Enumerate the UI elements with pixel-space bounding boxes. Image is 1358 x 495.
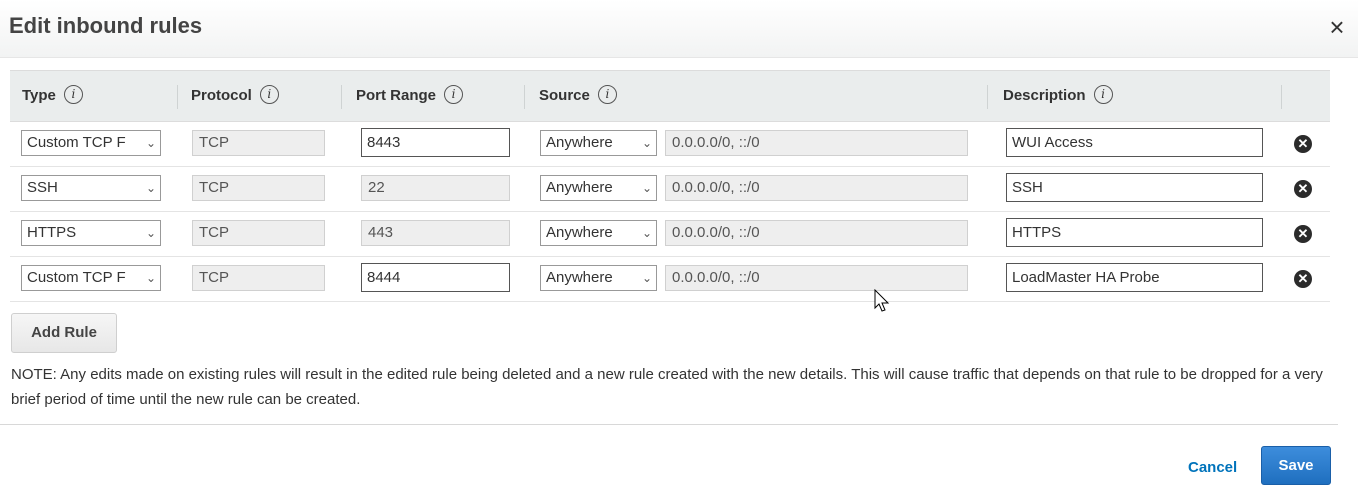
description-input[interactable]: WUI Access	[1006, 128, 1263, 157]
header-source-label: Source	[539, 87, 590, 104]
info-icon[interactable]: i	[597, 84, 617, 104]
remove-circle-icon[interactable]: ✕	[1294, 135, 1312, 153]
type-select-value: Custom TCP F	[27, 134, 126, 151]
header-separator	[177, 85, 178, 109]
cidr-input[interactable]: 0.0.0.0/0, ::/0	[665, 265, 968, 291]
chevron-down-icon: ⌄	[145, 181, 156, 195]
type-select-value: HTTPS	[27, 224, 77, 241]
add-rule-button[interactable]: Add Rule	[11, 313, 117, 353]
cidr-input[interactable]: 0.0.0.0/0, ::/0	[665, 175, 968, 201]
table-row: SSH ⌄ TCP 22 Anywhere ⌄ 0.0.0.0/0, ::/0 SS…	[10, 166, 1330, 212]
mouse-pointer-icon	[874, 289, 890, 312]
type-select-value: Custom TCP F	[27, 269, 126, 286]
remove-circle-icon[interactable]: ✕	[1294, 180, 1312, 198]
table-row: Custom TCP F ⌄ TCP 8443 Anywhere ⌄ 0.0.0.0…	[10, 121, 1330, 167]
cancel-button[interactable]: Cancel	[1188, 459, 1237, 476]
footer-divider	[0, 424, 1338, 425]
protocol-field: TCP	[192, 130, 325, 156]
dialog-title: Edit inbound rules	[9, 13, 203, 38]
source-select[interactable]: Anywhere ⌄	[540, 220, 657, 246]
remove-circle-icon[interactable]: ✕	[1294, 225, 1312, 243]
source-select-value: Anywhere	[546, 179, 613, 196]
type-select-value: SSH	[27, 179, 58, 196]
header-port-range-label: Port Range	[356, 87, 437, 104]
chevron-down-icon: ⌄	[641, 271, 652, 285]
header-separator	[987, 85, 988, 109]
info-icon[interactable]: i	[259, 84, 279, 104]
remove-circle-icon[interactable]: ✕	[1294, 270, 1312, 288]
table-header: Type i Protocol i Port Range i Source i Desc…	[10, 70, 1330, 122]
header-separator	[524, 85, 525, 109]
source-select[interactable]: Anywhere ⌄	[540, 130, 657, 156]
info-icon[interactable]: i	[63, 84, 83, 104]
port-range-field: 22	[361, 175, 510, 201]
type-select[interactable]: Custom TCP F ⌄	[21, 265, 161, 291]
header-port-range: Port Range i	[356, 71, 464, 121]
chevron-down-icon: ⌄	[145, 271, 156, 285]
type-select[interactable]: Custom TCP F ⌄	[21, 130, 161, 156]
close-icon[interactable]: ×	[1324, 12, 1350, 42]
port-range-input[interactable]: 8444	[361, 263, 510, 292]
header-description-label: Description	[1003, 87, 1086, 104]
header-type: Type i	[22, 71, 83, 121]
type-select[interactable]: HTTPS ⌄	[21, 220, 161, 246]
dialog-header: Edit inbound rules ×	[0, 0, 1358, 58]
source-select-value: Anywhere	[546, 134, 613, 151]
header-source: Source i	[539, 71, 617, 121]
description-input[interactable]: SSH	[1006, 173, 1263, 202]
chevron-down-icon: ⌄	[145, 226, 156, 240]
source-select-value: Anywhere	[546, 269, 613, 286]
header-protocol-label: Protocol	[191, 87, 252, 104]
source-select[interactable]: Anywhere ⌄	[540, 175, 657, 201]
protocol-field: TCP	[192, 220, 325, 246]
save-button[interactable]: Save	[1261, 446, 1331, 485]
table-row: HTTPS ⌄ TCP 443 Anywhere ⌄ 0.0.0.0/0, ::/0…	[10, 211, 1330, 257]
chevron-down-icon: ⌄	[641, 226, 652, 240]
header-separator	[1281, 85, 1282, 109]
edit-warning-note: NOTE: Any edits made on existing rules w…	[11, 366, 1323, 408]
port-range-field: 443	[361, 220, 510, 246]
cidr-input[interactable]: 0.0.0.0/0, ::/0	[665, 130, 968, 156]
description-input[interactable]: HTTPS	[1006, 218, 1263, 247]
info-icon[interactable]: i	[444, 84, 464, 104]
protocol-field: TCP	[192, 175, 325, 201]
header-protocol: Protocol i	[191, 71, 279, 121]
chevron-down-icon: ⌄	[641, 181, 652, 195]
chevron-down-icon: ⌄	[145, 136, 156, 150]
header-separator	[341, 85, 342, 109]
cidr-input[interactable]: 0.0.0.0/0, ::/0	[665, 220, 968, 246]
description-input[interactable]: LoadMaster HA Probe	[1006, 263, 1263, 292]
table-row: Custom TCP F ⌄ TCP 8444 Anywhere ⌄ 0.0.0.0…	[10, 256, 1330, 302]
source-select[interactable]: Anywhere ⌄	[540, 265, 657, 291]
info-icon[interactable]: i	[1093, 84, 1113, 104]
chevron-down-icon: ⌄	[641, 136, 652, 150]
header-type-label: Type	[22, 87, 56, 104]
source-select-value: Anywhere	[546, 224, 613, 241]
protocol-field: TCP	[192, 265, 325, 291]
port-range-input[interactable]: 8443	[361, 128, 510, 157]
header-description: Description i	[1003, 71, 1113, 121]
type-select[interactable]: SSH ⌄	[21, 175, 161, 201]
